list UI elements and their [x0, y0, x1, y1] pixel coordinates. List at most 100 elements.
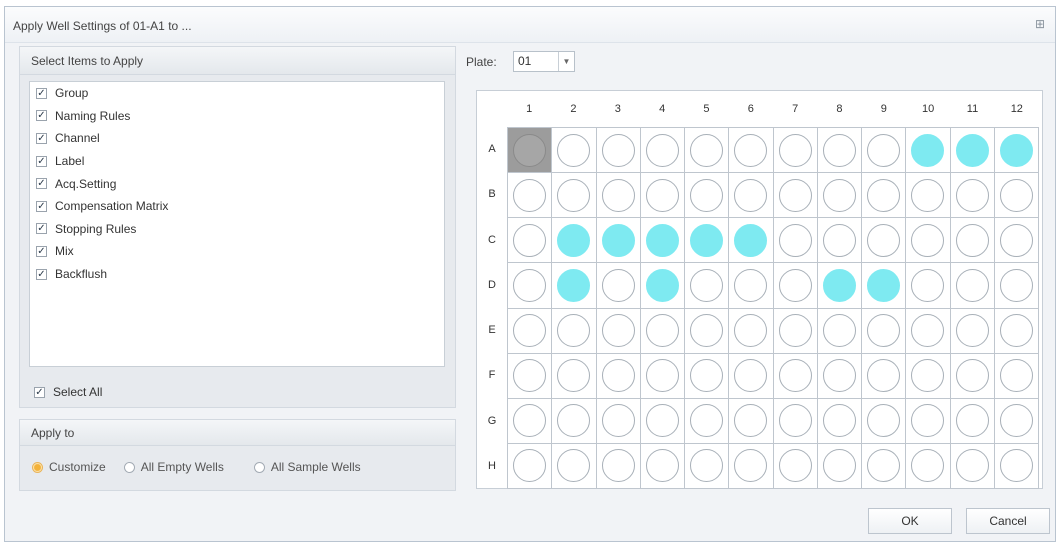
well-B5[interactable]	[685, 173, 730, 219]
well-A10[interactable]	[906, 128, 951, 174]
apply-item-checkbox[interactable]: ✓ Group	[30, 82, 444, 105]
column-header[interactable]: 7	[773, 91, 817, 127]
radio-icon[interactable]	[32, 461, 43, 473]
well-F9[interactable]	[862, 353, 907, 399]
well-A3[interactable]	[596, 128, 641, 174]
well-A12[interactable]	[994, 128, 1039, 174]
well-H12[interactable]	[994, 443, 1039, 489]
well-A4[interactable]	[640, 128, 685, 174]
well-A7[interactable]	[773, 128, 818, 174]
well-H2[interactable]	[552, 443, 597, 489]
column-header[interactable]: 10	[906, 91, 950, 127]
radio-icon[interactable]	[253, 461, 265, 473]
well-E8[interactable]	[817, 308, 862, 354]
apply-item-checkbox[interactable]: ✓ Acq.Setting	[30, 172, 444, 195]
well-D5[interactable]	[685, 263, 730, 309]
well-D10[interactable]	[906, 263, 951, 309]
checkbox-icon[interactable]: ✓	[36, 155, 47, 167]
well-D1[interactable]	[508, 263, 553, 309]
well-F2[interactable]	[552, 353, 597, 399]
well-E12[interactable]	[994, 308, 1039, 354]
well-B4[interactable]	[640, 173, 685, 219]
well-C7[interactable]	[773, 218, 818, 264]
well-H6[interactable]	[729, 443, 774, 489]
column-header[interactable]: 2	[551, 91, 595, 127]
row-header[interactable]: E	[477, 308, 507, 353]
checkbox-icon[interactable]: ✓	[36, 223, 47, 235]
apply-item-checkbox[interactable]: ✓ Compensation Matrix	[30, 195, 444, 218]
well-D7[interactable]	[773, 263, 818, 309]
well-G6[interactable]	[729, 398, 774, 444]
well-A6[interactable]	[729, 128, 774, 174]
well-E6[interactable]	[729, 308, 774, 354]
checkbox-icon[interactable]: ✓	[36, 245, 47, 257]
well-D9[interactable]	[862, 263, 907, 309]
checkbox-icon[interactable]: ✓	[36, 110, 47, 122]
well-D4[interactable]	[640, 263, 685, 309]
well-F3[interactable]	[596, 353, 641, 399]
well-C2[interactable]	[552, 218, 597, 264]
column-header[interactable]: 12	[995, 91, 1039, 127]
well-A9[interactable]	[862, 128, 907, 174]
chevron-down-icon[interactable]: ▼	[558, 52, 574, 71]
well-E5[interactable]	[685, 308, 730, 354]
well-H5[interactable]	[685, 443, 730, 489]
well-B2[interactable]	[552, 173, 597, 219]
column-header[interactable]: 6	[729, 91, 773, 127]
plate-dropdown[interactable]: 01 ▼	[513, 51, 575, 72]
well-C3[interactable]	[596, 218, 641, 264]
apply-item-checkbox[interactable]: ✓ Mix	[30, 240, 444, 263]
well-A8[interactable]	[817, 128, 862, 174]
well-G8[interactable]	[817, 398, 862, 444]
well-A5[interactable]	[685, 128, 730, 174]
well-B8[interactable]	[817, 173, 862, 219]
well-G11[interactable]	[950, 398, 995, 444]
well-D12[interactable]	[994, 263, 1039, 309]
checkbox-icon[interactable]: ✓	[36, 87, 47, 99]
well-D11[interactable]	[950, 263, 995, 309]
well-F5[interactable]	[685, 353, 730, 399]
well-G3[interactable]	[596, 398, 641, 444]
well-F4[interactable]	[640, 353, 685, 399]
cancel-button[interactable]: Cancel	[966, 508, 1050, 534]
well-F12[interactable]	[994, 353, 1039, 399]
well-H9[interactable]	[862, 443, 907, 489]
well-H7[interactable]	[773, 443, 818, 489]
row-header[interactable]: D	[477, 263, 507, 308]
select-all-checkbox[interactable]: ✓ Select All	[34, 385, 102, 399]
well-E11[interactable]	[950, 308, 995, 354]
apply-item-checkbox[interactable]: ✓ Naming Rules	[30, 105, 444, 128]
well-G4[interactable]	[640, 398, 685, 444]
row-header[interactable]: C	[477, 218, 507, 263]
apply-item-checkbox[interactable]: ✓ Backflush	[30, 263, 444, 286]
well-C10[interactable]	[906, 218, 951, 264]
well-B7[interactable]	[773, 173, 818, 219]
well-A11[interactable]	[950, 128, 995, 174]
checkbox-icon[interactable]: ✓	[36, 132, 47, 144]
well-B6[interactable]	[729, 173, 774, 219]
well-F10[interactable]	[906, 353, 951, 399]
well-B9[interactable]	[862, 173, 907, 219]
checkbox-icon[interactable]: ✓	[36, 268, 47, 280]
well-E9[interactable]	[862, 308, 907, 354]
row-header[interactable]: F	[477, 353, 507, 398]
well-B12[interactable]	[994, 173, 1039, 219]
well-F11[interactable]	[950, 353, 995, 399]
well-A1[interactable]	[508, 128, 553, 174]
well-A2[interactable]	[552, 128, 597, 174]
row-header[interactable]: A	[477, 127, 507, 172]
well-E2[interactable]	[552, 308, 597, 354]
well-B11[interactable]	[950, 173, 995, 219]
well-H3[interactable]	[596, 443, 641, 489]
well-C6[interactable]	[729, 218, 774, 264]
well-G2[interactable]	[552, 398, 597, 444]
well-G1[interactable]	[508, 398, 553, 444]
well-E10[interactable]	[906, 308, 951, 354]
close-icon[interactable]: ⊞	[1033, 17, 1047, 31]
well-D8[interactable]	[817, 263, 862, 309]
column-header[interactable]: 3	[596, 91, 640, 127]
row-header[interactable]: G	[477, 399, 507, 444]
well-G10[interactable]	[906, 398, 951, 444]
apply-item-checkbox[interactable]: ✓ Channel	[30, 127, 444, 150]
well-C8[interactable]	[817, 218, 862, 264]
